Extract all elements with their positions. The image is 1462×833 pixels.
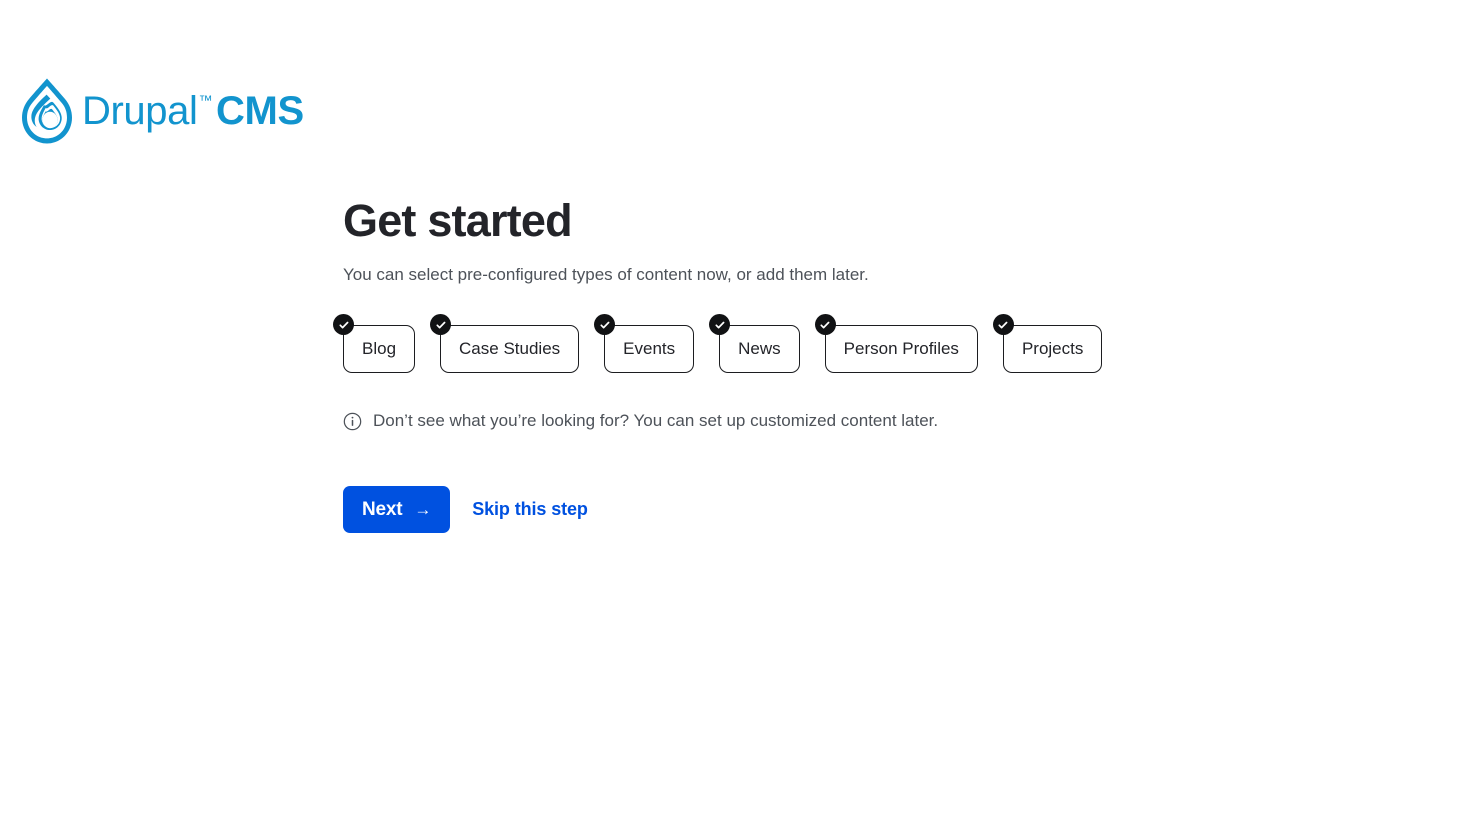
- check-icon: [709, 314, 731, 336]
- content-type-chip-label: Case Studies: [459, 339, 561, 359]
- check-icon: [992, 314, 1014, 336]
- content-type-chip[interactable]: Events: [594, 314, 695, 374]
- logo-product-name: CMS: [216, 89, 304, 133]
- content-type-chip[interactable]: Blog: [333, 314, 416, 374]
- content-type-chip-label: Blog: [362, 339, 397, 359]
- logo-brand-name: Drupal: [82, 89, 198, 133]
- check-icon: [333, 314, 354, 336]
- check-icon: [814, 314, 836, 336]
- content-type-chip-label: Events: [623, 339, 676, 359]
- page-title: Get started: [343, 195, 573, 246]
- action-bar: Next → Skip this step: [343, 486, 1243, 534]
- drupal-droplet-icon: [22, 78, 72, 144]
- page-subtitle: You can select pre-configured types of c…: [343, 264, 869, 284]
- skip-this-step-link[interactable]: Skip this step: [472, 499, 588, 520]
- info-note: Don’t see what you’re looking for? You c…: [343, 411, 1243, 431]
- next-button-label: Next: [362, 498, 403, 520]
- content-type-chip[interactable]: Person Profiles: [814, 314, 978, 374]
- info-note-text: Don’t see what you’re looking for? You c…: [373, 411, 939, 431]
- logo-wordmark: Drupal ™ CMS: [82, 91, 304, 131]
- check-icon: [594, 314, 616, 336]
- content-type-chip[interactable]: News: [709, 314, 800, 374]
- content-type-chip-label: Person Profiles: [843, 339, 959, 359]
- content-type-chip-label: Projects: [1021, 339, 1084, 359]
- content-type-chip-label: News: [738, 339, 781, 359]
- site-logo[interactable]: Drupal ™ CMS: [22, 78, 304, 144]
- content-type-chip[interactable]: Projects: [992, 314, 1103, 374]
- next-button[interactable]: Next →: [343, 486, 451, 534]
- info-circle-icon: [343, 412, 362, 430]
- logo-trademark: ™: [198, 92, 213, 108]
- content-type-chip[interactable]: Case Studies: [430, 314, 580, 374]
- arrow-right-icon: →: [414, 500, 432, 520]
- content-type-list: Blog Case Studies Events News Person Profile…: [333, 314, 1243, 374]
- check-icon: [430, 314, 452, 336]
- main-content: Get started You can select pre-configure…: [333, 195, 1243, 534]
